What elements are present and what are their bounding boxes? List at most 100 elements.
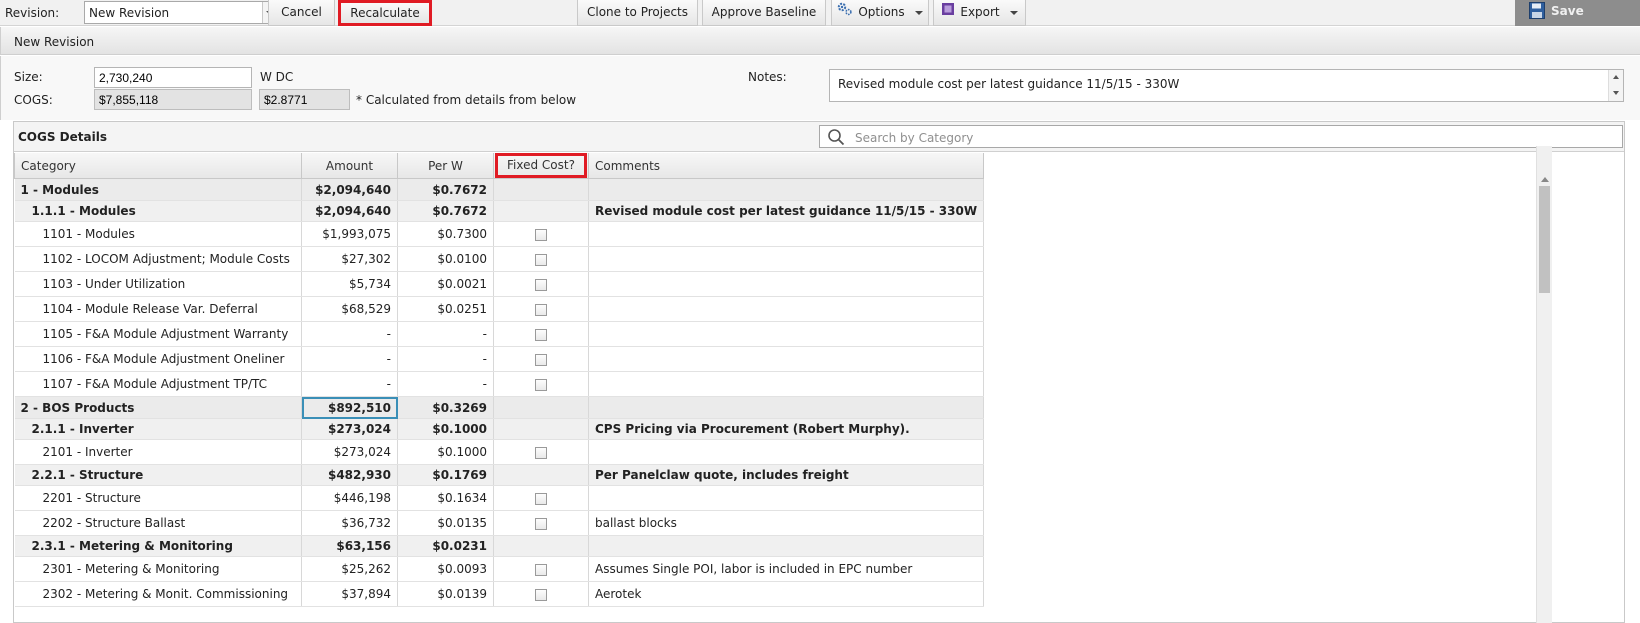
table-row[interactable]: 1107 - F&A Module Adjustment TP/TC - - [14, 371, 985, 397]
table-row[interactable]: 2302 - Metering & Monit. Commissioning $3… [14, 581, 985, 607]
fixed-cost-cell[interactable] [493, 556, 589, 582]
grid-vertical-scrollbar[interactable] [1536, 146, 1552, 623]
subgroup-row[interactable]: 2.3.1 - Metering & Monitoring $63,156 $0.0… [14, 535, 985, 557]
cancel-button[interactable]: Cancel [268, 0, 335, 26]
amount-cell[interactable]: $5,734 [301, 271, 398, 297]
category-cell[interactable]: 1106 - F&A Module Adjustment Oneliner [14, 346, 302, 372]
fixed-cost-checkbox[interactable] [535, 446, 547, 459]
amount-cell[interactable]: $36,732 [301, 510, 398, 536]
fixed-cost-cell[interactable] [493, 296, 589, 322]
per-w-cell[interactable]: $0.0251 [397, 296, 494, 322]
column-header-fixed-cost[interactable]: Fixed Cost? [493, 153, 589, 179]
comments-cell[interactable]: Per Panelclaw quote, includes freight [588, 464, 985, 486]
approve-baseline-button[interactable]: Approve Baseline [702, 0, 826, 26]
table-row[interactable]: 2202 - Structure Ballast $36,732 $0.0135 ba… [14, 510, 985, 536]
per-w-cell[interactable]: $0.0231 [397, 535, 494, 557]
table-row[interactable]: 1104 - Module Release Var. Deferral $68,5… [14, 296, 985, 322]
comments-cell[interactable] [588, 371, 985, 397]
fixed-cost-checkbox[interactable] [535, 328, 547, 341]
per-w-cell[interactable]: - [397, 371, 494, 397]
fixed-cost-cell[interactable] [493, 221, 589, 247]
recalculate-button[interactable]: Recalculate [338, 0, 432, 26]
comments-cell[interactable]: ballast blocks [588, 510, 985, 536]
fixed-cost-cell[interactable] [493, 510, 589, 536]
comments-cell[interactable] [588, 178, 985, 201]
fixed-cost-cell[interactable] [493, 396, 589, 419]
per-w-cell[interactable]: $0.1769 [397, 464, 494, 486]
fixed-cost-cell[interactable] [493, 535, 589, 557]
fixed-cost-checkbox[interactable] [535, 588, 547, 601]
amount-cell[interactable]: $1,993,075 [301, 221, 398, 247]
comments-cell[interactable]: Revised module cost per latest guidance … [588, 200, 985, 222]
comments-cell[interactable] [588, 346, 985, 372]
size-input[interactable] [94, 67, 252, 88]
comments-cell[interactable] [588, 296, 985, 322]
amount-cell[interactable]: $2,094,640 [301, 200, 398, 222]
per-w-cell[interactable]: $0.1000 [397, 439, 494, 465]
per-w-cell[interactable]: $0.0139 [397, 581, 494, 607]
table-row[interactable]: 1102 - LOCOM Adjustment; Module Costs $27… [14, 246, 985, 272]
category-cell[interactable]: 1105 - F&A Module Adjustment Warranty [14, 321, 302, 347]
per-w-cell[interactable]: $0.1634 [397, 485, 494, 511]
column-header-category[interactable]: Category [14, 153, 302, 179]
comments-cell[interactable] [588, 221, 985, 247]
category-cell[interactable]: 1103 - Under Utilization [14, 271, 302, 297]
fixed-cost-checkbox[interactable] [535, 253, 547, 266]
table-row[interactable]: 1103 - Under Utilization $5,734 $0.0021 [14, 271, 985, 297]
category-cell[interactable]: 1101 - Modules [14, 221, 302, 247]
subgroup-row[interactable]: 1.1.1 - Modules $2,094,640 $0.7672 Revised … [14, 200, 985, 222]
per-w-cell[interactable]: $0.7300 [397, 221, 494, 247]
amount-cell[interactable]: - [301, 346, 398, 372]
options-button[interactable]: Options [831, 0, 929, 26]
comments-cell[interactable]: Assumes Single POI, labor is included in… [588, 556, 985, 582]
comments-cell[interactable] [588, 485, 985, 511]
save-changes-button[interactable]: Save Changes [1515, 0, 1640, 40]
comments-cell[interactable] [588, 439, 985, 465]
fixed-cost-cell[interactable] [493, 178, 589, 201]
export-button[interactable]: Export [933, 0, 1026, 26]
category-cell[interactable]: 2.3.1 - Metering & Monitoring [14, 535, 302, 557]
fixed-cost-checkbox[interactable] [535, 353, 547, 366]
fixed-cost-cell[interactable] [493, 200, 589, 222]
category-cell[interactable]: 1.1.1 - Modules [14, 200, 302, 222]
category-cell[interactable]: 2.1.1 - Inverter [14, 418, 302, 440]
table-row[interactable]: 1101 - Modules $1,993,075 $0.7300 [14, 221, 985, 247]
per-w-cell[interactable]: $0.7672 [397, 178, 494, 201]
table-row[interactable]: 1106 - F&A Module Adjustment Oneliner - - [14, 346, 985, 372]
category-cell[interactable]: 2302 - Metering & Monit. Commissioning [14, 581, 302, 607]
fixed-cost-cell[interactable] [493, 346, 589, 372]
comments-cell[interactable] [588, 396, 985, 419]
group-row[interactable]: 2 - BOS Products $892,510 $0.3269 [14, 396, 985, 419]
category-cell[interactable]: 2301 - Metering & Monitoring [14, 556, 302, 582]
category-cell[interactable]: 1104 - Module Release Var. Deferral [14, 296, 302, 322]
fixed-cost-cell[interactable] [493, 321, 589, 347]
comments-cell[interactable] [588, 321, 985, 347]
table-row[interactable]: 2201 - Structure $446,198 $0.1634 [14, 485, 985, 511]
amount-cell[interactable]: $446,198 [301, 485, 398, 511]
comments-cell[interactable]: Aerotek [588, 581, 985, 607]
comments-cell[interactable] [588, 535, 985, 557]
fixed-cost-cell[interactable] [493, 439, 589, 465]
amount-cell[interactable]: $25,262 [301, 556, 398, 582]
scroll-up-arrow-icon[interactable] [1541, 177, 1549, 182]
fixed-cost-cell[interactable] [493, 418, 589, 440]
revision-select[interactable]: New Revision [84, 1, 277, 24]
fixed-cost-cell[interactable] [493, 581, 589, 607]
per-w-cell[interactable]: $0.3269 [397, 396, 494, 419]
fixed-cost-checkbox[interactable] [535, 517, 547, 530]
clone-to-projects-button[interactable]: Clone to Projects [577, 0, 698, 26]
fixed-cost-cell[interactable] [493, 485, 589, 511]
per-w-cell[interactable]: $0.0093 [397, 556, 494, 582]
fixed-cost-checkbox[interactable] [535, 378, 547, 391]
amount-cell[interactable]: $482,930 [301, 464, 398, 486]
notes-textarea[interactable]: Revised module cost per latest guidance … [829, 69, 1624, 102]
fixed-cost-checkbox[interactable] [535, 563, 547, 576]
amount-cell[interactable]: $37,894 [301, 581, 398, 607]
subgroup-row[interactable]: 2.1.1 - Inverter $273,024 $0.1000 CPS Prici… [14, 418, 985, 440]
fixed-cost-checkbox[interactable] [535, 228, 547, 241]
fixed-cost-checkbox[interactable] [535, 303, 547, 316]
table-row[interactable]: 2101 - Inverter $273,024 $0.1000 [14, 439, 985, 465]
per-w-cell[interactable]: - [397, 321, 494, 347]
per-w-cell[interactable]: - [397, 346, 494, 372]
fixed-cost-checkbox[interactable] [535, 278, 547, 291]
